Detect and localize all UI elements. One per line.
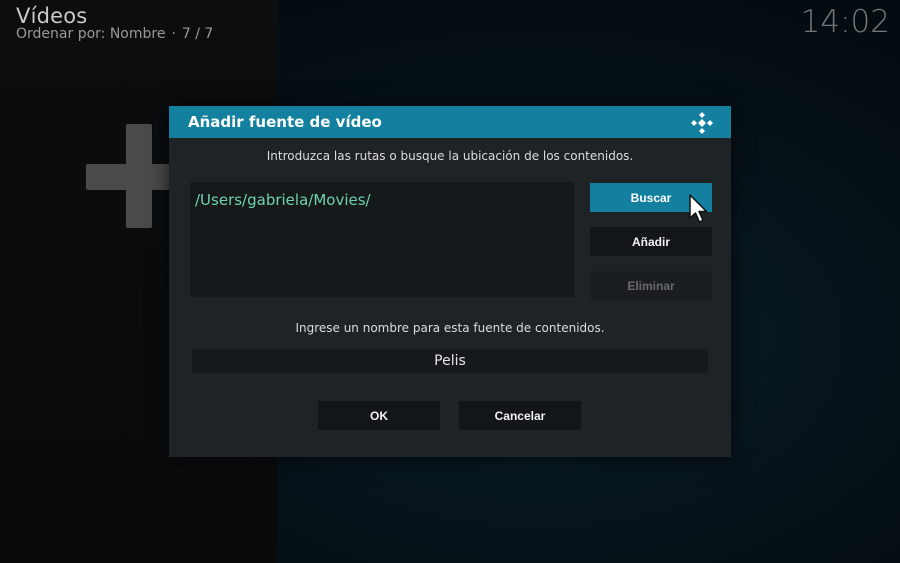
separator: ·: [171, 26, 176, 42]
mouse-cursor-icon: [689, 194, 708, 223]
item-count: 7 / 7: [181, 26, 214, 42]
dialog-header: Añadir fuente de vídeo: [169, 106, 731, 138]
source-name-input[interactable]: Pelis: [192, 349, 708, 373]
ok-button[interactable]: OK: [318, 401, 440, 430]
clock: 14:02: [800, 4, 890, 40]
dialog-title: Añadir fuente de vídeo: [188, 113, 382, 131]
add-video-source-dialog: Añadir fuente de vídeo Introduzca las ru…: [169, 106, 731, 457]
name-prompt-text: Ingrese un nombre para esta fuente de co…: [295, 321, 605, 335]
remove-button[interactable]: Eliminar: [590, 271, 712, 300]
kodi-logo-icon: [691, 112, 713, 134]
plus-icon: [86, 124, 174, 228]
cancel-button[interactable]: Cancelar: [459, 401, 581, 430]
add-button[interactable]: Añadir: [590, 227, 712, 256]
page-title: Vídeos: [16, 4, 88, 28]
sort-label: Ordenar por: Nombre: [16, 26, 166, 42]
sort-info: Ordenar por: Nombre · 7 / 7: [16, 26, 213, 42]
path-item[interactable]: /Users/gabriela/Movies/: [195, 191, 371, 209]
instruction-text: Introduzca las rutas o busque la ubicaci…: [266, 149, 634, 163]
source-path-list[interactable]: /Users/gabriela/Movies/: [190, 182, 574, 297]
